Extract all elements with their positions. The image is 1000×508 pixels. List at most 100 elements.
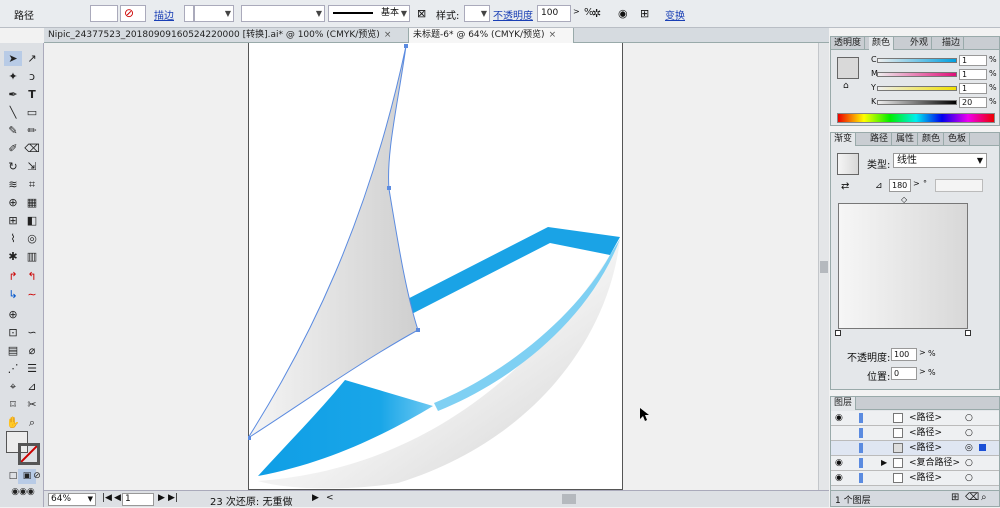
- type-tool-icon[interactable]: T: [23, 87, 41, 102]
- add-anchor-point-icon[interactable]: ↱: [4, 269, 22, 284]
- cyan-track[interactable]: [877, 58, 957, 63]
- opacity-arrow-icon[interactable]: >: [573, 7, 580, 16]
- stroke-link[interactable]: 描边: [154, 7, 174, 22]
- magenta-slider-row[interactable]: M 1 %: [871, 69, 997, 80]
- transform-link[interactable]: 变换: [665, 7, 685, 22]
- draw-mode-icons[interactable]: ◉◉◉: [4, 485, 42, 500]
- black-slider-row[interactable]: K 20 %: [871, 97, 997, 108]
- join-tool-icon[interactable]: ↳: [4, 287, 22, 302]
- artboard-tool-icon[interactable]: ⊡: [4, 325, 22, 340]
- angle-arrow-icon[interactable]: >: [913, 179, 920, 188]
- gradient-stop-left[interactable]: [835, 330, 841, 336]
- anchor-point[interactable]: [248, 436, 251, 440]
- cyan-slider-row[interactable]: C 1 %: [871, 55, 997, 66]
- eye-icon[interactable]: ◉: [835, 471, 843, 485]
- aspect-ratio-input[interactable]: [935, 179, 983, 192]
- rotate-tool-icon[interactable]: ↻: [4, 159, 22, 174]
- tab-color-guide[interactable]: 颜色: [919, 133, 945, 146]
- warp-tool-icon[interactable]: ∽: [23, 325, 41, 340]
- opacity-input[interactable]: 100: [537, 5, 571, 22]
- stop-opacity-input[interactable]: 100: [891, 348, 917, 361]
- gradient-tool-icon[interactable]: ◧: [23, 213, 41, 228]
- layer-row[interactable]: ◉ <路径> ○: [831, 471, 999, 486]
- twirl-tool-icon[interactable]: ⌀: [23, 343, 41, 358]
- direct-selection-tool-icon[interactable]: ↗: [23, 51, 41, 66]
- align-tool-icon[interactable]: ☰: [23, 361, 41, 376]
- expand-triangle-icon[interactable]: ▶: [881, 456, 887, 470]
- pen-tool-icon[interactable]: ✒: [4, 87, 22, 102]
- tab-layers[interactable]: 图层: [831, 397, 857, 410]
- eye-icon[interactable]: ◉: [835, 411, 843, 425]
- scale-tool-icon[interactable]: ⇲: [23, 159, 41, 174]
- perspective-grid-tool-icon[interactable]: ▦: [23, 195, 41, 210]
- magic-wand-tool-icon[interactable]: ✦: [4, 69, 22, 84]
- pucker-tool-icon[interactable]: ⋰: [4, 361, 22, 376]
- tab-swatches[interactable]: 色板: [945, 133, 971, 146]
- cyan-input[interactable]: 1: [959, 55, 987, 66]
- anchor-point[interactable]: [416, 328, 420, 332]
- paintbrush-tool-icon[interactable]: ✎: [4, 123, 22, 138]
- close-icon[interactable]: ×: [549, 30, 557, 40]
- stroke-weight-input[interactable]: ▼: [194, 5, 234, 22]
- yellow-slider-row[interactable]: Y 1 %: [871, 83, 997, 94]
- width-tool-icon[interactable]: ≋: [4, 177, 22, 192]
- free-transform-tool-icon[interactable]: ⌗: [23, 177, 41, 192]
- blend-tool-icon[interactable]: ◎: [23, 231, 41, 246]
- tab-pathfinder[interactable]: 路径: [867, 133, 893, 146]
- angle-input[interactable]: 180: [889, 179, 911, 192]
- tab-color[interactable]: 颜色: [869, 37, 895, 50]
- tab-stroke[interactable]: 描边: [939, 37, 965, 50]
- gradient-slider[interactable]: [838, 203, 968, 329]
- mesh-tool-icon[interactable]: ⊞: [4, 213, 22, 228]
- smooth-tool-icon[interactable]: ∼: [23, 287, 41, 302]
- new-layer-icon[interactable]: ⊞: [951, 492, 959, 503]
- color-spectrum[interactable]: [837, 113, 995, 123]
- brush-definition-select[interactable]: 基本 ▼: [328, 5, 410, 22]
- target-tool-icon[interactable]: ⊕: [4, 307, 22, 322]
- vertical-scrollbar[interactable]: [818, 43, 829, 490]
- status-menu-icon[interactable]: ▶: [312, 493, 319, 503]
- selection-tool-icon[interactable]: ➤: [4, 51, 22, 66]
- gradient-preview-swatch[interactable]: [837, 153, 859, 175]
- gradient-stop-right[interactable]: [965, 330, 971, 336]
- blob-brush-tool-icon[interactable]: ✐: [4, 141, 22, 156]
- crop-tool-icon[interactable]: ⌑: [4, 397, 22, 412]
- delete-layer-icon[interactable]: ⌫: [965, 492, 979, 503]
- gradient-type-select[interactable]: 线性 ▼: [893, 153, 987, 168]
- first-page-icon[interactable]: |◀: [102, 493, 112, 503]
- stroke-weight-stepper[interactable]: [184, 5, 194, 22]
- shape-builder-tool-icon[interactable]: ⊕: [4, 195, 22, 210]
- line-tool-icon[interactable]: ╲: [4, 105, 22, 120]
- hand-tool-icon[interactable]: ✋: [4, 415, 22, 430]
- stop-location-input[interactable]: 0: [891, 367, 917, 380]
- selection-indicator[interactable]: [979, 444, 986, 451]
- tab-appearance[interactable]: 外观: [907, 37, 933, 50]
- layer-row[interactable]: <路径> ◎: [831, 441, 999, 456]
- horizontal-scroll-thumb[interactable]: [562, 494, 576, 504]
- tab-nipic-document[interactable]: Nipic_24377523_20180909160524220000 [转换]…: [44, 28, 409, 43]
- locate-object-icon[interactable]: ⌕: [981, 492, 987, 503]
- reverse-gradient-icon[interactable]: ⇄: [841, 181, 849, 192]
- location-arrow-icon[interactable]: >: [919, 367, 926, 376]
- align-icon[interactable]: ⊞: [640, 7, 649, 20]
- tab-gradient[interactable]: 渐变: [831, 133, 857, 146]
- scroll-thumb[interactable]: [820, 261, 828, 273]
- stroke-color-swatch[interactable]: [18, 443, 40, 465]
- recolor-icon[interactable]: ✲: [592, 7, 601, 20]
- tab-untitled-6[interactable]: 未标题-6* @ 64% (CMYK/预览) ×: [409, 28, 574, 43]
- knife-tool-icon[interactable]: ✂: [23, 397, 41, 412]
- pencil-tool-icon[interactable]: ✏: [23, 123, 41, 138]
- stroke-swatch[interactable]: ⊘: [120, 5, 146, 22]
- yellow-track[interactable]: [877, 86, 957, 91]
- color-fill-swatch[interactable]: [837, 57, 859, 79]
- anchor-point[interactable]: [404, 44, 408, 48]
- target-circle-icon[interactable]: ○: [965, 456, 973, 470]
- graphic-style-icon[interactable]: ⊠: [417, 7, 426, 20]
- boat-illustration[interactable]: [248, 43, 623, 490]
- magenta-input[interactable]: 1: [959, 69, 987, 80]
- target-circle-icon[interactable]: ○: [965, 471, 973, 485]
- target-circle-icon[interactable]: ○: [965, 426, 973, 440]
- target-circle-icon[interactable]: ○: [965, 411, 973, 425]
- lasso-tool-icon[interactable]: ↄ: [23, 69, 41, 84]
- prev-page-icon[interactable]: ◀: [114, 493, 121, 503]
